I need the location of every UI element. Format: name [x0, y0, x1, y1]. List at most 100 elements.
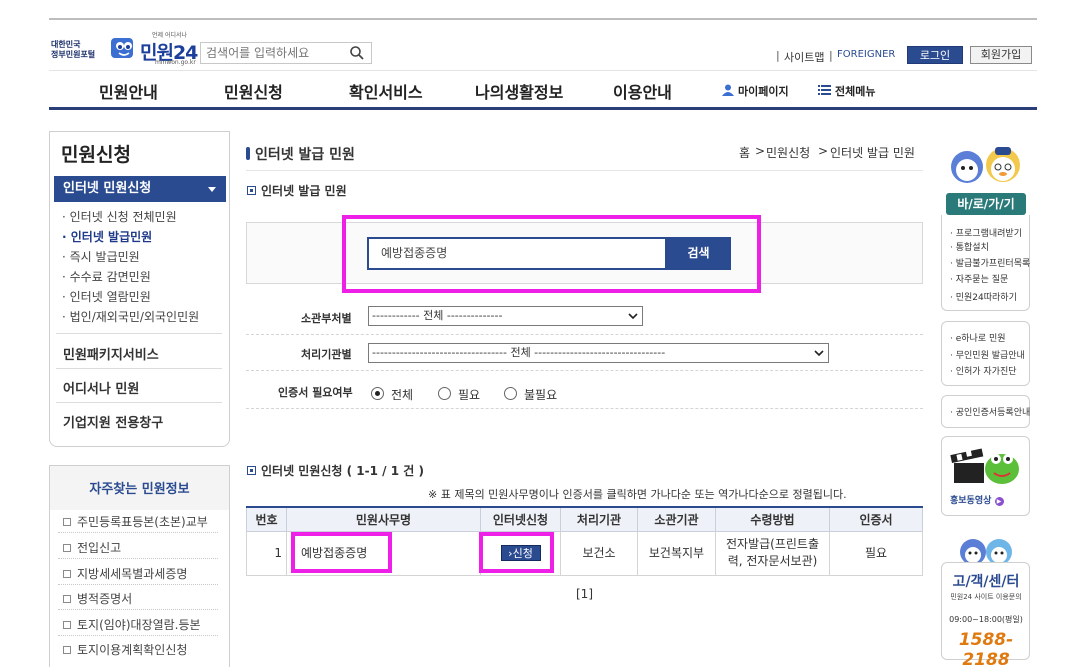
nav-check-service[interactable]: 확인서비스 [349, 79, 423, 103]
nav-civil-guide[interactable]: 민원안내 [99, 79, 158, 103]
radio-cert-not-required-label[interactable]: 불필요 [524, 386, 557, 403]
dept-select[interactable]: ------------ 전체 -------------- [368, 306, 643, 326]
sidebar-subitem[interactable]: · 수수료 감면민원 [62, 268, 151, 285]
sidebar-subitem[interactable]: · 즉시 발급민원 [62, 248, 140, 265]
results-title: 인터넷 민원신청 ( 1-1 / 1 건 ) [261, 464, 424, 478]
minwon24-logo-icon[interactable] [107, 32, 139, 62]
faq-item[interactable]: 전입신고 [63, 539, 121, 556]
radio-cert-all[interactable] [371, 387, 384, 400]
quick-link-label: 프로그램내려받기 [955, 229, 1022, 239]
filter-divider [246, 370, 923, 371]
cert-guide-link[interactable]: · 공인인증서등록안내 [950, 405, 1030, 418]
col-header-owner: 소관기관 [637, 506, 716, 532]
sidebar-subitem-label: 법인/재외국민/외국인민원 [69, 310, 200, 324]
sidebar-item-internet-apply[interactable]: 인터넷 민원신청 [54, 176, 226, 202]
service-link[interactable]: · 인허가 자가진단 [950, 364, 1017, 377]
breadcrumb-separator: > [818, 144, 829, 158]
foreigner-link[interactable]: FOREIGNER [837, 49, 895, 60]
section-title: 인터넷 발급 민원 [261, 184, 347, 198]
caret-down-icon [208, 187, 216, 192]
square-bullet-icon [63, 646, 71, 654]
receipt-line: 전자발급(프린트출 [725, 537, 819, 551]
sidebar-subitem[interactable]: · 법인/재외국민/외국인민원 [62, 308, 199, 325]
all-menu-link[interactable]: 전체메뉴 [835, 83, 875, 99]
service-link[interactable]: · 무인민원 발급안내 [950, 348, 1025, 361]
filter-divider [246, 334, 923, 335]
customer-center-hours: 09:00~18:00(평일) [949, 615, 1023, 624]
logo-caption-line2: 정부민원포털 [51, 50, 96, 59]
search-icon[interactable] [349, 45, 365, 61]
faq-item[interactable]: 주민등록표등본(초본)교부 [63, 513, 208, 530]
radio-cert-required[interactable] [438, 387, 451, 400]
sidebar-subitem[interactable]: · 인터넷 신청 전체민원 [62, 208, 177, 225]
sidebar-subitem-active[interactable]: · 인터넷 발급민원 [62, 228, 152, 245]
org-select[interactable]: ---------------------------------- 전체 --… [368, 343, 829, 363]
section-bullet-icon [247, 186, 256, 195]
promo-video-text: 홍보동영상 [950, 496, 992, 506]
dept-filter-label: 소관부처별 [301, 312, 352, 325]
faq-divider [58, 584, 218, 585]
highlight-box-name [291, 532, 392, 573]
col-header-cert[interactable]: 인증서 [829, 506, 923, 532]
sidebar-subitem[interactable]: · 인터넷 열람민원 [62, 288, 151, 305]
mypage-link[interactable]: 마이페이지 [738, 83, 789, 99]
quick-link[interactable]: · 자주묻는 질문 [950, 272, 1008, 285]
col-header-name[interactable]: 민원사무명 [286, 506, 481, 532]
search-input[interactable] [201, 43, 341, 63]
sidebar-item-label: 인터넷 민원신청 [63, 181, 152, 196]
sidebar-subitem-label: 즉시 발급민원 [69, 250, 140, 264]
breadcrumb-apply[interactable]: 민원신청 [766, 144, 810, 161]
faq-item[interactable]: 지방세세목별과세증명 [63, 565, 187, 582]
cell-handler: 보건소 [560, 530, 638, 576]
faq-item[interactable]: 토지이용계획확인신청 [63, 641, 187, 658]
radio-cert-not-required[interactable] [504, 387, 517, 400]
util-separator: | [776, 49, 780, 62]
top-rule [49, 18, 1037, 20]
square-bullet-icon [63, 544, 71, 552]
customer-center-subtitle: 민원24 사이트 이용문의 [950, 593, 1022, 601]
table-header-row: 번호 민원사무명 인터넷신청 처리기관 소관기관 수령방법 인증서 [246, 506, 923, 532]
logo-caption: 대한민국 정부민원포털 [51, 40, 95, 60]
pagination[interactable]: [1] [576, 587, 593, 601]
quick-link[interactable]: · 발급불가프린터목록 [950, 256, 1030, 269]
quick-link[interactable]: · 민원24따라하기 [950, 290, 1017, 303]
quick-link[interactable]: · 프로그램내려받기 [950, 226, 1022, 239]
breadcrumb-home[interactable]: 홈 [739, 144, 750, 161]
sort-note: ※ 표 제목의 민원사무명이나 인증서를 클릭하면 가나다순 또는 역가나다순으… [428, 488, 847, 501]
faq-item-label: 주민등록표등본(초본)교부 [77, 515, 208, 529]
radio-cert-all-label[interactable]: 전체 [391, 386, 413, 403]
faq-item[interactable]: 병적증명서 [63, 590, 132, 607]
sidebar-subitem-label: 인터넷 열람민원 [69, 290, 151, 304]
faq-title: 자주찾는 민원정보 [50, 466, 229, 510]
service-link-label: e하나로 민원 [955, 334, 1006, 344]
cell-owner: 보건복지부 [637, 530, 716, 576]
faq-item[interactable]: 토지(임야)대장열람.등본 [63, 616, 201, 633]
col-header-no: 번호 [246, 506, 287, 532]
sidebar-title: 민원신청 [61, 144, 131, 166]
quick-link-label: 발급불가프린터목록 [955, 259, 1031, 269]
faq-divider [58, 558, 218, 559]
promo-video-label[interactable]: 홍보동영상 ▶ [950, 493, 1004, 506]
cell-cert: 필요 [829, 530, 923, 576]
radio-cert-required-label[interactable]: 필요 [458, 386, 480, 403]
nav-bottom-border [49, 107, 1037, 110]
faq-divider [58, 532, 218, 533]
highlight-box-apply [479, 532, 554, 573]
service-link[interactable]: · e하나로 민원 [950, 331, 1006, 344]
breadcrumb-separator: > [755, 144, 766, 158]
square-bullet-icon [63, 518, 71, 526]
customer-center-phone: 1588-2188 [958, 630, 1014, 667]
nav-usage-guide[interactable]: 이용안내 [613, 79, 672, 103]
sitemap-link[interactable]: 사이트맵 [784, 49, 824, 65]
login-button[interactable]: 로그인 [907, 46, 963, 64]
sidebar-item-business[interactable]: 기업지원 전용창구 [63, 412, 163, 431]
col-header-receipt: 수령방법 [715, 506, 830, 532]
sidebar-item-anywhere[interactable]: 어디서나 민원 [63, 378, 139, 397]
quick-link[interactable]: · 통합설치 [950, 240, 989, 253]
join-button[interactable]: 회원가입 [970, 46, 1032, 64]
nav-civil-apply[interactable]: 민원신청 [224, 79, 283, 103]
sidebar-item-package[interactable]: 민원패키지서비스 [63, 344, 159, 363]
quick-link-label: 민원24따라하기 [955, 293, 1017, 303]
nav-life-info[interactable]: 나의생활정보 [475, 79, 563, 103]
col-header-apply: 인터넷신청 [480, 506, 561, 532]
